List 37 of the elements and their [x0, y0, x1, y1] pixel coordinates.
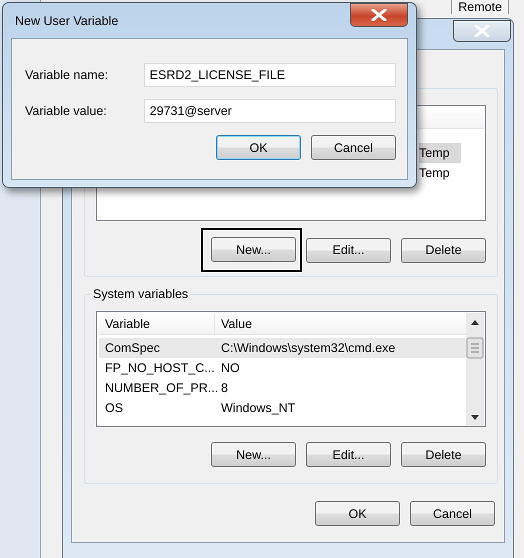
dialog-button[interactable]: Cancel — [410, 501, 495, 526]
row-highlight[interactable]: ComSpec C:\Windows\system32\cmd.exe — [99, 338, 466, 358]
dialog-button[interactable]: Cancel — [311, 135, 396, 160]
list-row[interactable]: Temp — [419, 163, 461, 183]
input-field[interactable]: ESRD2_LICENSE_FILE — [144, 63, 396, 87]
column-header[interactable]: Value — [215, 314, 252, 334]
window-title: New User Variable — [15, 14, 118, 28]
table-cell-text: C:\Windows\system32\cmd.exe — [220, 341, 396, 355]
scrollbar[interactable] — [466, 313, 484, 426]
dialog-button[interactable]: Delete — [401, 442, 486, 467]
column-header[interactable]: Variable — [99, 314, 215, 334]
group-label: System variables — [91, 287, 190, 301]
table-cell-text: FP_NO_HOST_C... — [104, 361, 215, 375]
table-cell: Temp — [419, 166, 450, 180]
dialog-button[interactable]: New... — [211, 237, 296, 262]
dialog-button[interactable]: OK — [216, 135, 301, 160]
dialog-button[interactable]: Delete — [401, 238, 486, 262]
table-cell-text: ComSpec — [104, 341, 161, 355]
close-icon — [371, 9, 387, 21]
dialog-button[interactable]: New... — [211, 442, 296, 467]
close-icon — [474, 25, 490, 37]
table-cell: Temp — [419, 146, 450, 160]
dialog-button[interactable]: OK — [315, 501, 400, 526]
table-cell-text: NO — [220, 361, 240, 375]
dialog-button[interactable]: Edit... — [306, 238, 391, 262]
table-cell-text: Windows_NT — [220, 401, 296, 415]
field-label: Variable name: — [25, 68, 110, 82]
tab[interactable]: Remote — [451, 0, 509, 14]
table-cell-text: NUMBER_OF_PR... — [104, 381, 215, 395]
dialog-button[interactable]: Edit... — [306, 442, 391, 467]
field-label: Variable value: — [25, 104, 108, 118]
input-field[interactable]: 29731@server — [144, 99, 396, 123]
close-button[interactable] — [350, 3, 408, 27]
list-row[interactable]: Temp — [419, 143, 461, 163]
close-button[interactable] — [453, 20, 511, 42]
table-cell-text: OS — [104, 401, 124, 415]
table-cell-text: 8 — [220, 381, 228, 395]
